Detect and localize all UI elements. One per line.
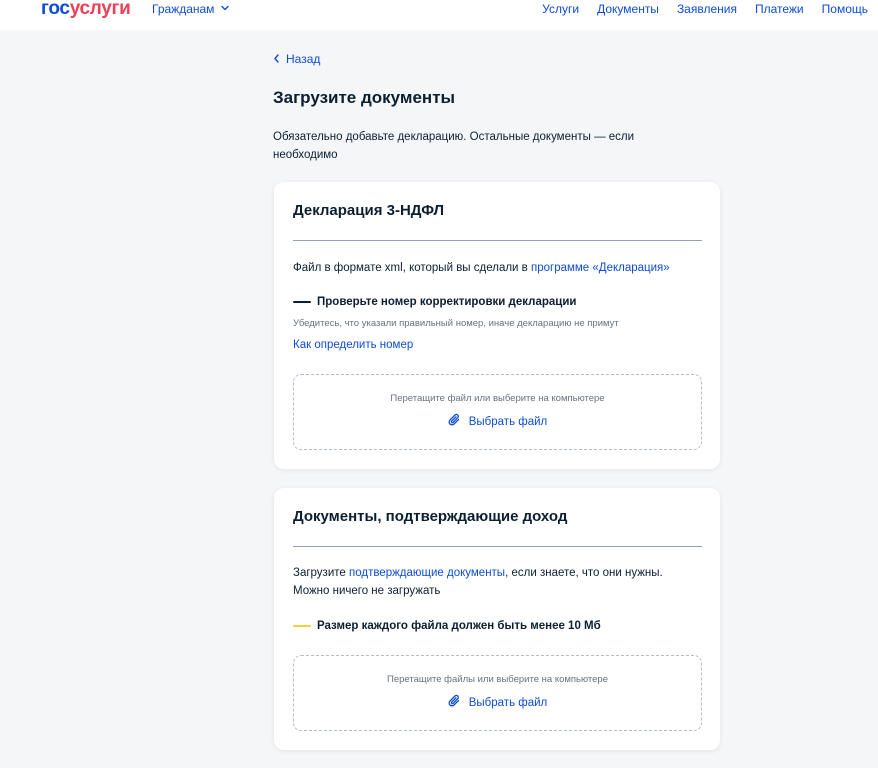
card-title: Декларация 3-НДФЛ xyxy=(293,202,445,219)
nav-applications[interactable]: Заявления xyxy=(677,2,737,16)
declaration-program-link[interactable]: программе «Декларация» xyxy=(531,262,670,274)
declaration-card: Декларация 3-НДФЛ Файл в формате xml, ко… xyxy=(274,182,720,469)
chevron-down-icon xyxy=(220,2,230,16)
citizens-dropdown[interactable]: Гражданам xyxy=(152,2,230,16)
supporting-documents-link[interactable]: подтверждающие документы xyxy=(349,567,505,579)
declaration-dropzone[interactable]: Перетащите файл или выберите на компьюте… xyxy=(293,374,702,450)
card-title: Документы, подтверждающие доход xyxy=(293,508,568,525)
paperclip-icon xyxy=(448,413,461,430)
chevron-left-icon xyxy=(273,52,280,66)
dropzone-hint: Перетащите файлы или выберите на компьют… xyxy=(387,674,608,685)
citizens-label: Гражданам xyxy=(152,2,215,16)
notice-title: Проверьте номер корректировки декларации xyxy=(317,296,577,308)
notice-bar-icon xyxy=(293,625,311,627)
nav-documents[interactable]: Документы xyxy=(597,2,659,16)
divider xyxy=(293,240,702,241)
correction-notice: Проверьте номер корректировки декларации xyxy=(293,296,576,308)
gosuslugi-logo[interactable]: госуслуги xyxy=(41,0,131,20)
file-size-notice: Размер каждого файла должен быть менее 1… xyxy=(293,620,601,632)
choose-file-label: Выбрать файл xyxy=(468,696,548,709)
notice-title: Размер каждого файла должен быть менее 1… xyxy=(317,620,601,632)
intro-text: Обязательно добавьте декларацию. Остальн… xyxy=(273,131,635,161)
choose-file-button[interactable]: Выбрать файл xyxy=(294,694,701,711)
nav-services[interactable]: Услуги xyxy=(542,2,579,16)
choose-file-button[interactable]: Выбрать файл xyxy=(294,413,701,430)
paperclip-icon xyxy=(448,694,461,711)
nav-payments[interactable]: Платежи xyxy=(755,2,804,16)
top-nav: Услуги Документы Заявления Платежи Помощ… xyxy=(542,2,868,16)
income-description: Загрузите подтверждающие документы, если… xyxy=(293,567,663,597)
top-header: госуслуги Гражданам Услуги Документы Зая… xyxy=(0,0,878,30)
notice-bar-icon xyxy=(293,301,311,303)
back-link[interactable]: Назад xyxy=(273,52,320,66)
choose-file-label: Выбрать файл xyxy=(468,415,548,428)
back-label: Назад xyxy=(286,52,321,66)
divider xyxy=(293,546,702,547)
nav-help[interactable]: Помощь xyxy=(822,2,868,16)
how-to-find-number-link[interactable]: Как определить номер xyxy=(293,339,413,351)
page-title: Загрузите документы xyxy=(273,88,456,107)
income-documents-card: Документы, подтверждающие доход Загрузит… xyxy=(274,488,720,750)
declaration-description: Файл в формате xml, который вы сделали в… xyxy=(293,262,670,274)
income-dropzone[interactable]: Перетащите файлы или выберите на компьют… xyxy=(293,655,702,731)
dropzone-hint: Перетащите файл или выберите на компьюте… xyxy=(390,393,605,404)
notice-subtext: Убедитесь, что указали правильный номер,… xyxy=(293,318,619,329)
